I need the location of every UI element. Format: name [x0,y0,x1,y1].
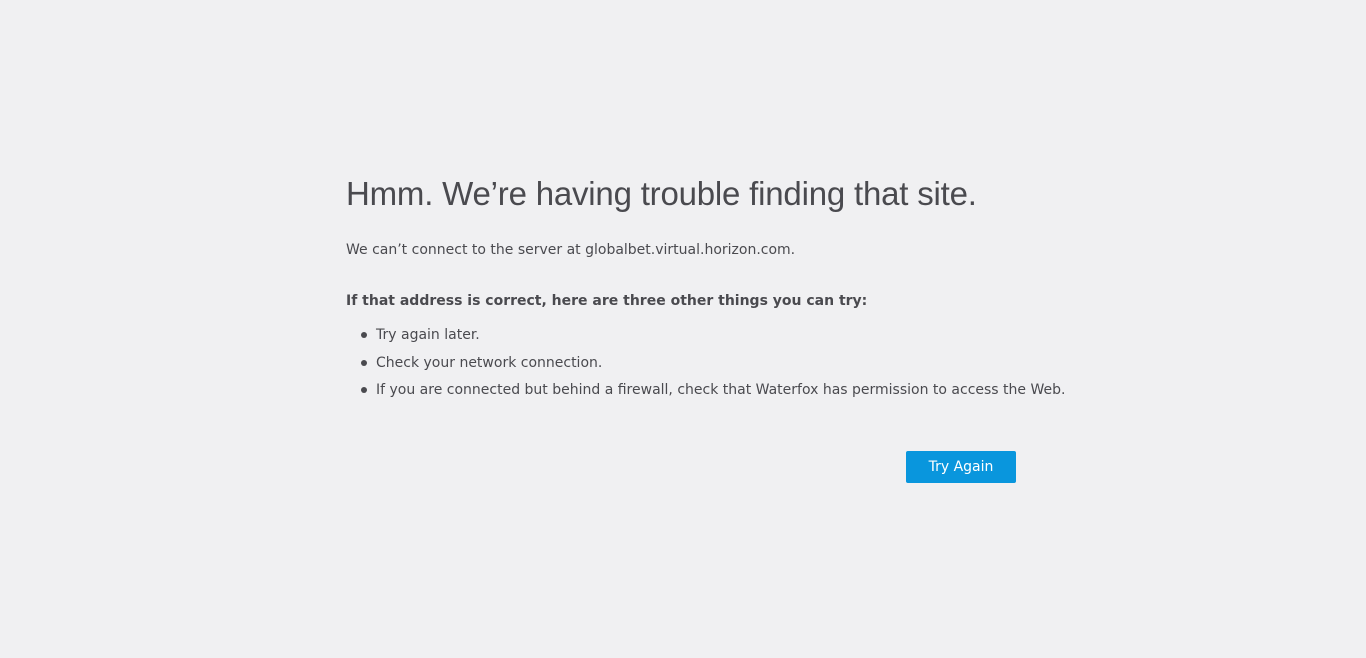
page-title: Hmm. We’re having trouble finding that s… [346,175,977,212]
list-item: Try again later. [346,325,1018,345]
list-item: Check your network connection. [346,353,1018,373]
try-again-button[interactable]: Try Again [906,451,1016,483]
suggestion-text: If you are connected but behind a firewa… [376,382,1066,398]
error-description: We can’t connect to the server at global… [346,242,796,258]
suggestion-text: Try again later. [376,327,480,343]
bullet-icon [361,332,367,338]
list-item: If you are connected but behind a firewa… [346,380,1065,400]
bullet-icon [361,387,367,393]
bullet-icon [361,359,367,366]
error-page-container: Hmm. We’re having trouble finding that s… [346,172,1065,408]
suggestions-heading: If that address is correct, here are thr… [346,293,868,309]
suggestion-text: Check your network connection. [376,354,603,371]
suggestions-list: Try again later. Check your network conn… [346,325,1065,400]
button-row: Try Again [906,451,1016,483]
